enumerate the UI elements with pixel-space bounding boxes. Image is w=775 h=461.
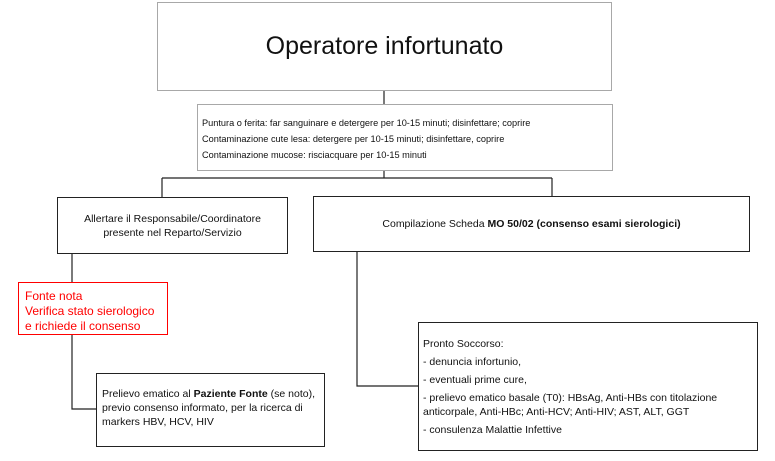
first-aid-box: Puntura o ferita: far sanguinare e deter… [197,104,613,171]
er-item-first-care: - eventuali prime cure, [423,374,527,386]
connector-form-to-er [356,252,418,387]
first-aid-mucosa: Contaminazione mucose: risciacquare per … [202,150,427,160]
source-line-2: Verifica stato sierologico [25,304,155,318]
connector-source-to-blood [71,335,96,410]
er-heading: Pronto Soccorso: [423,338,504,350]
title-text: Operatore infortunato [265,32,504,60]
form-prefix: Compilazione Scheda [382,218,488,230]
blood-test-prefix: Prelievo ematico al [102,388,194,400]
first-aid-puncture: Puntura o ferita: far sanguinare e deter… [202,118,531,128]
source-blood-test-box: Prelievo ematico al Paziente Fonte (se n… [96,373,325,447]
blood-test-patient: Paziente Fonte [193,388,268,400]
first-aid-skin: Contaminazione cute lesa: detergere per … [202,134,505,144]
er-item-consultation: - consulenza Malattie Infettive [423,424,562,436]
alert-supervisor-box: Allertare il Responsabile/Coordinatore p… [57,197,288,254]
flowchart: Operatore infortunato Puntura o ferita: … [0,0,775,461]
er-item-blood-sample: - prelievo ematico basale (T0): HBsAg, A… [423,392,718,418]
known-source-box: Fonte nota Verifica stato sierologico e … [18,282,168,335]
emergency-room-box: Pronto Soccorso: - denuncia infortunio, … [418,322,758,451]
source-line-3: e richiede il consenso [25,319,141,333]
alert-line-1: Allertare il Responsabile/Coordinatore [84,212,261,225]
source-line-1: Fonte nota [25,289,83,303]
form-code: MO 50/02 (consenso esami sierologici) [487,218,681,230]
er-item-report: - denuncia infortunio, [423,356,522,368]
alert-line-2: presente nel Reparto/Servizio [103,226,242,239]
title-box: Operatore infortunato [157,2,612,91]
form-compilation-box: Compilazione Scheda MO 50/02 (consenso e… [313,196,750,252]
